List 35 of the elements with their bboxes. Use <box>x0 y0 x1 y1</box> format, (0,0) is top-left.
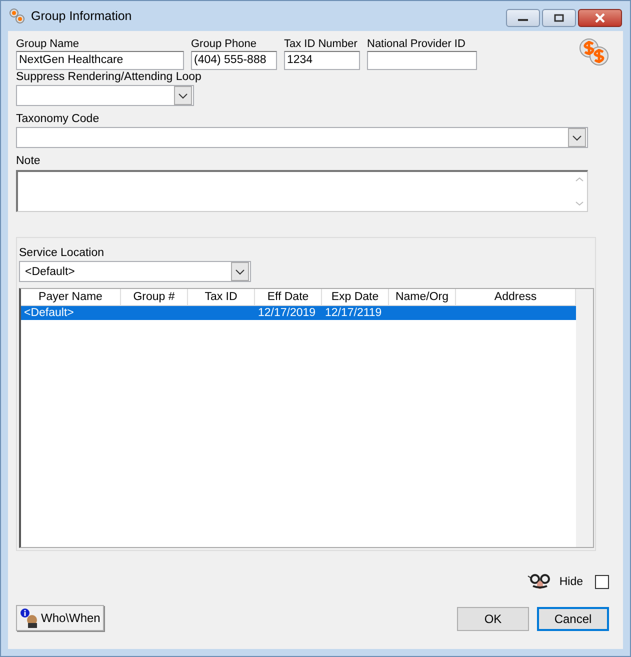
hide-checkbox[interactable] <box>595 575 609 589</box>
table-cell-text: 12/17/2019 <box>257 306 317 320</box>
field-label: Group Phone <box>191 37 258 51</box>
maximize-icon <box>553 14 565 22</box>
field-label: Note <box>16 154 42 168</box>
ok-button[interactable]: OK <box>457 607 529 631</box>
input-field[interactable] <box>367 51 477 70</box>
dropdown[interactable]: <Default> <box>19 261 251 282</box>
chevron-down-icon <box>178 92 188 98</box>
hide-label: Hide <box>559 576 583 588</box>
maximize-button[interactable] <box>542 9 576 27</box>
field-label: Tax ID Number <box>284 37 358 51</box>
field-label: Group Name <box>16 37 80 51</box>
table-cell-text: <Default> <box>23 306 75 320</box>
chevron-down-icon <box>572 134 582 140</box>
who-when-button[interactable]: Who\When <box>16 605 104 631</box>
field-label: Service Location <box>19 246 106 260</box>
minimize-button[interactable] <box>506 9 540 27</box>
field-label: National Provider ID <box>367 37 466 51</box>
field-label: Taxonomy Code <box>16 112 100 126</box>
input-field[interactable]: (404) 555-888 <box>191 51 277 70</box>
window-title: Group Information <box>31 9 132 23</box>
vertical-scrollbar[interactable] <box>576 289 593 547</box>
cancel-button[interactable]: Cancel <box>537 607 609 631</box>
table-cell-text: 12/17/2119 <box>324 306 383 320</box>
field-label: Suppress Rendering/Attending Loop <box>16 70 202 84</box>
input-field[interactable]: 1234 <box>284 51 360 70</box>
info-person-icon <box>20 608 40 628</box>
dollar-gears-icon <box>577 37 611 67</box>
close-icon <box>594 13 606 23</box>
close-button[interactable] <box>578 9 622 27</box>
gears-icon <box>9 8 25 24</box>
dropdown[interactable] <box>16 85 194 106</box>
input-field[interactable]: NextGen Healthcare <box>16 51 184 70</box>
chevron-down-icon <box>235 268 245 274</box>
